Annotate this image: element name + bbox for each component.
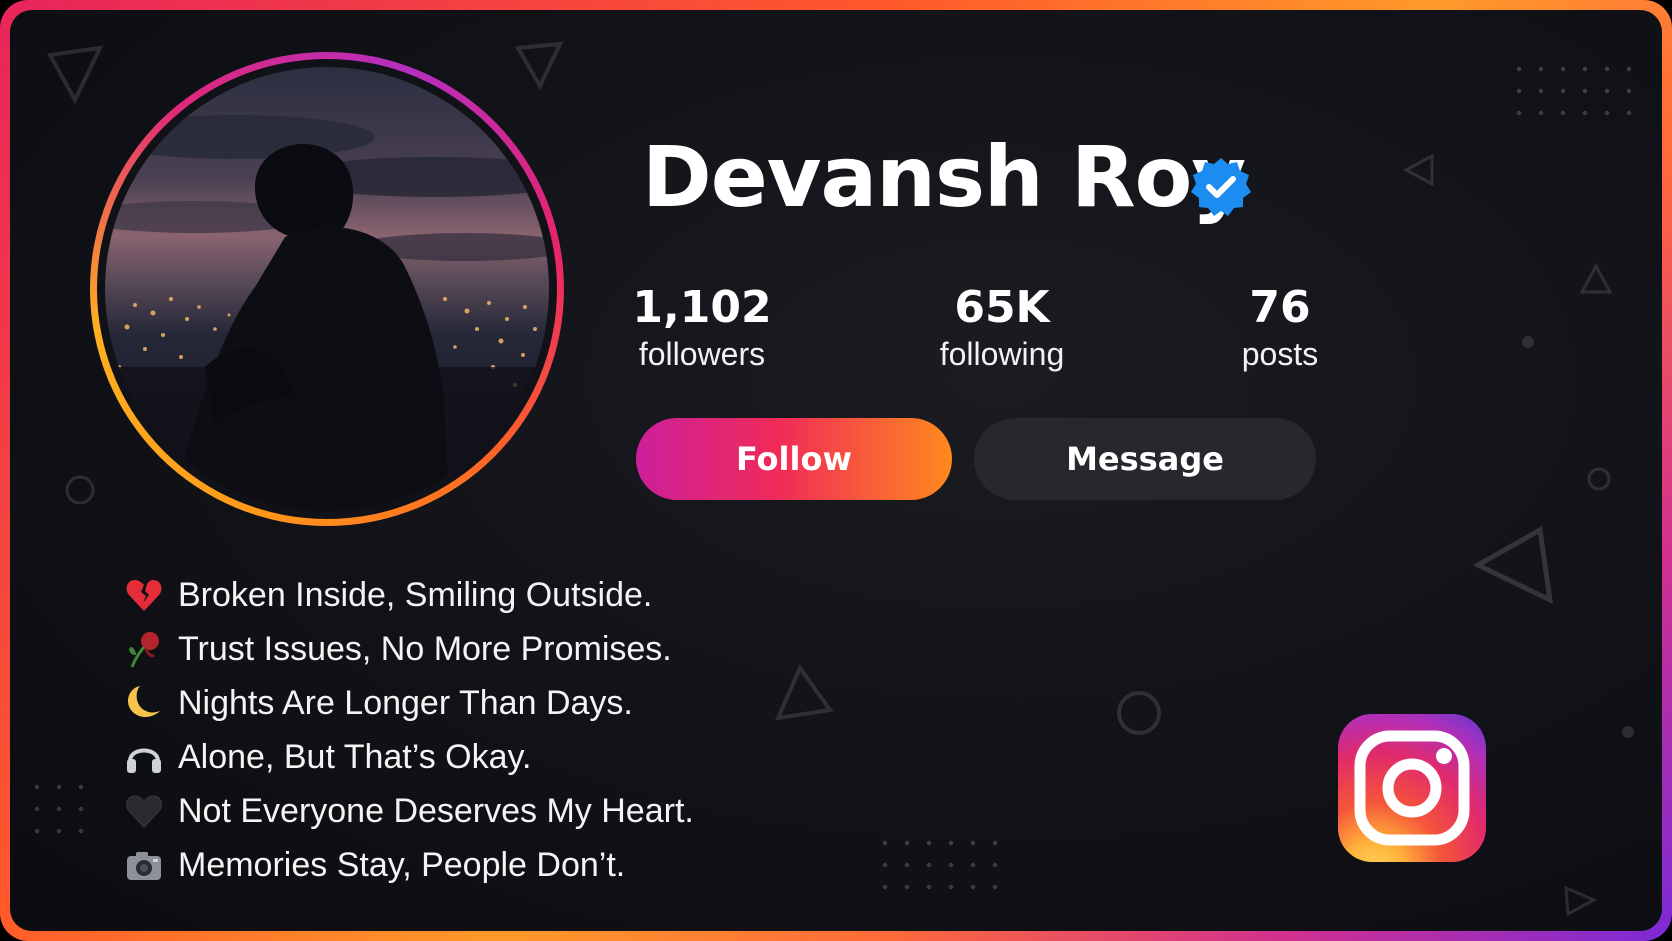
posts-label: posts bbox=[1241, 336, 1319, 372]
profile-card: Devansh Roy 1,102 followers 65K followin… bbox=[10, 10, 1662, 931]
circle-decoration-icon bbox=[1117, 691, 1161, 735]
dot-decoration-icon bbox=[1522, 336, 1534, 348]
crescent-moon-icon bbox=[122, 681, 166, 725]
triangle-decoration-icon bbox=[1579, 262, 1613, 294]
bio-line: Not Everyone Deserves My Heart. bbox=[122, 784, 694, 838]
camera-icon bbox=[122, 843, 166, 887]
dot-grid-decoration bbox=[874, 832, 1006, 898]
triangle-decoration-icon bbox=[514, 41, 564, 91]
triangle-decoration-icon bbox=[1402, 153, 1434, 187]
bio-line: Memories Stay, People Don’t. bbox=[122, 838, 694, 892]
triangle-decoration-icon bbox=[1472, 526, 1554, 605]
triangle-decoration-icon bbox=[1564, 885, 1598, 917]
dot-grid-decoration bbox=[26, 776, 92, 842]
bio-text: Trust Issues, No More Promises. bbox=[178, 629, 672, 668]
bio-text: Nights Are Longer Than Days. bbox=[178, 683, 633, 722]
bio-line: Nights Are Longer Than Days. bbox=[122, 676, 694, 730]
broken-heart-icon bbox=[122, 573, 166, 617]
following-count: 65K bbox=[954, 282, 1050, 333]
following-label: following bbox=[939, 336, 1065, 372]
headphones-icon bbox=[122, 735, 166, 779]
instagram-logo-icon[interactable] bbox=[1338, 714, 1486, 862]
bio-text: Broken Inside, Smiling Outside. bbox=[178, 575, 653, 614]
black-heart-icon bbox=[122, 789, 166, 833]
following-stat[interactable]: 65K following bbox=[892, 282, 1112, 374]
followers-label: followers bbox=[638, 336, 766, 372]
bio-text: Not Everyone Deserves My Heart. bbox=[178, 791, 694, 830]
followers-count: 1,102 bbox=[632, 282, 772, 333]
bio-text: Alone, But That’s Okay. bbox=[178, 737, 532, 776]
wilted-rose-icon bbox=[122, 627, 166, 671]
follow-button[interactable]: Follow bbox=[636, 418, 952, 500]
avatar[interactable] bbox=[90, 52, 564, 526]
bio-text: Memories Stay, People Don’t. bbox=[178, 845, 626, 884]
bio-line: Alone, But That’s Okay. bbox=[122, 730, 694, 784]
profile-name: Devansh Roy bbox=[642, 128, 1246, 226]
followers-stat[interactable]: 1,102 followers bbox=[592, 282, 812, 374]
bio: Broken Inside, Smiling Outside. Trust Is… bbox=[122, 568, 694, 892]
triangle-decoration-icon bbox=[774, 663, 834, 721]
triangle-decoration-icon bbox=[46, 45, 104, 105]
dot-grid-decoration bbox=[1508, 58, 1640, 124]
bio-line: Trust Issues, No More Promises. bbox=[122, 622, 694, 676]
message-button[interactable]: Message bbox=[974, 418, 1316, 500]
profile-photo bbox=[105, 67, 549, 511]
posts-count: 76 bbox=[1249, 282, 1311, 333]
bio-line: Broken Inside, Smiling Outside. bbox=[122, 568, 694, 622]
circle-decoration-icon bbox=[65, 475, 95, 505]
posts-stat[interactable]: 76 posts bbox=[1170, 282, 1390, 374]
circle-decoration-icon bbox=[1587, 467, 1611, 491]
dot-decoration-icon bbox=[1622, 726, 1634, 738]
verified-badge-icon bbox=[1191, 158, 1251, 216]
